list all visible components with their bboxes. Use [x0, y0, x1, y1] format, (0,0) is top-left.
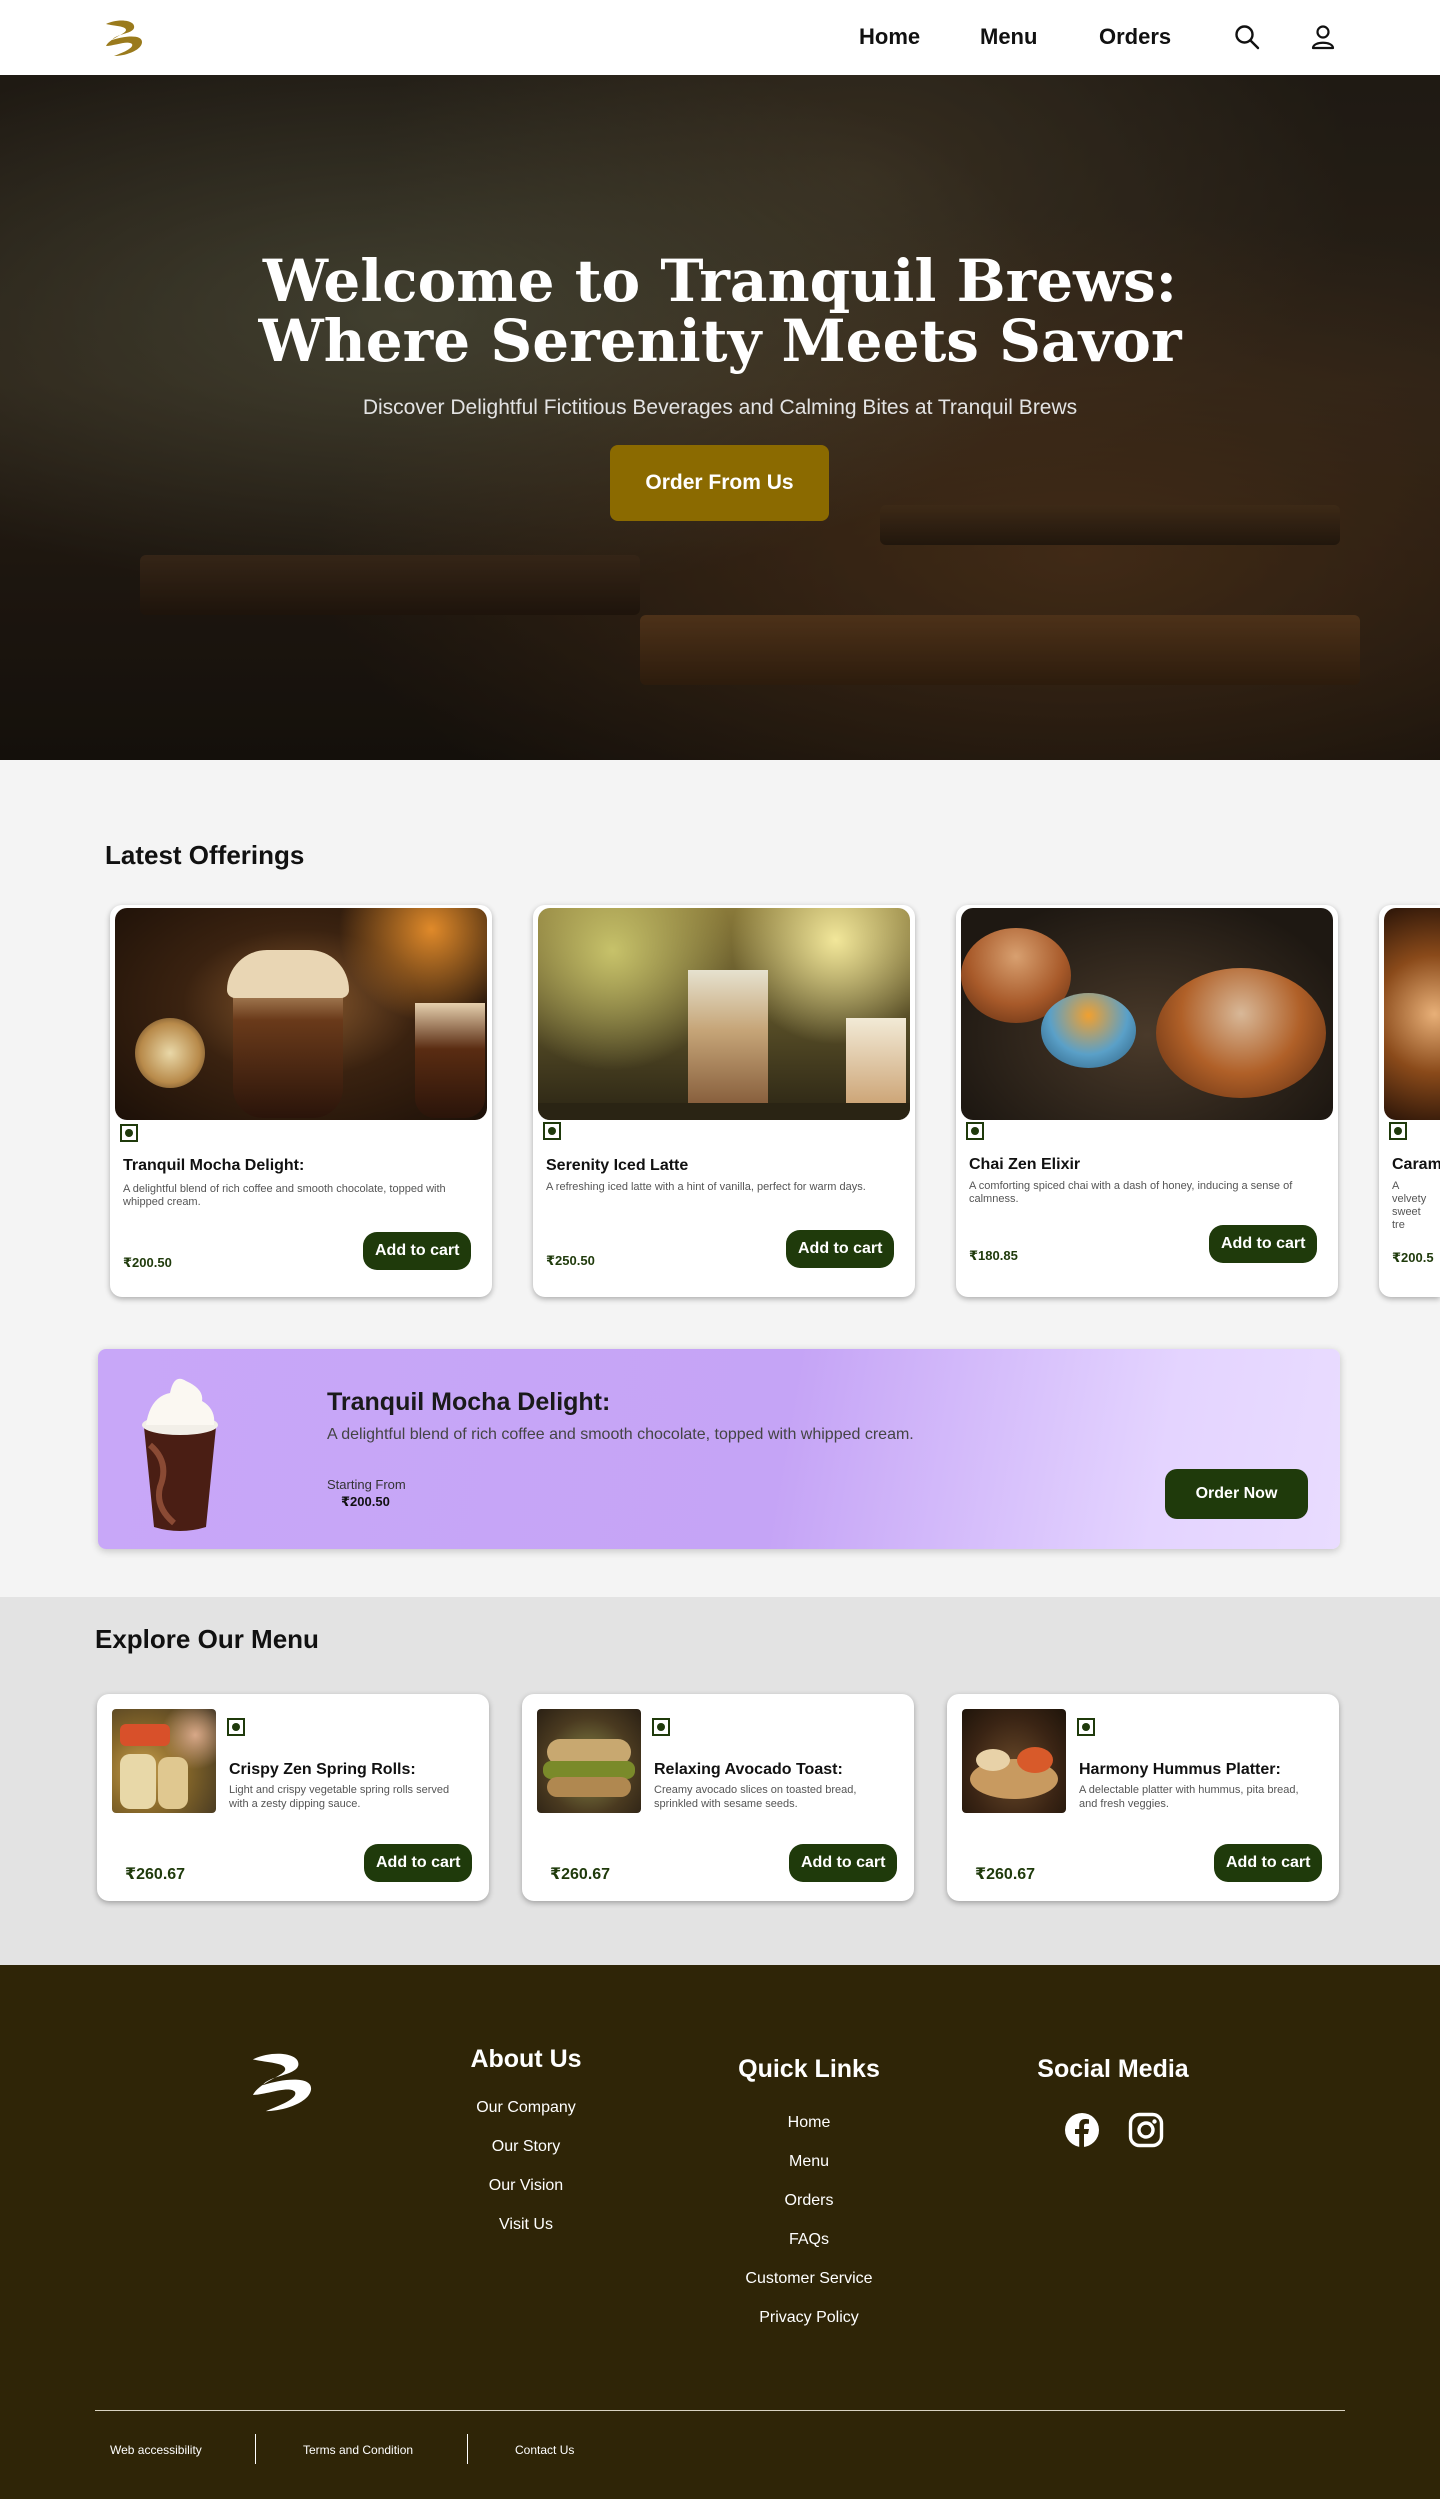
offer-name: Tranquil Mocha Delight:: [123, 1157, 305, 1174]
terms-link[interactable]: Terms and Condition: [303, 2443, 413, 2457]
add-to-cart-button[interactable]: Add to cart: [363, 1232, 472, 1270]
footer-divider: [95, 2410, 1345, 2411]
hero-title-line: Where Serenity Meets Savor: [258, 307, 1182, 375]
nav-orders-link[interactable]: Orders: [1099, 24, 1171, 50]
veg-indicator-icon: [1389, 1122, 1407, 1140]
featured-banner: Tranquil Mocha Delight: A delightful ble…: [98, 1349, 1340, 1549]
menu-item-description: Creamy avocado slices on toasted bread, …: [654, 1784, 857, 1810]
featured-price: ₹200.50: [341, 1494, 390, 1509]
offer-description: A comforting spiced chai with a dash of …: [969, 1180, 1293, 1205]
mocha-image: [115, 908, 487, 1120]
menu-item-price: ₹260.67: [550, 1866, 611, 1883]
offer-price: ₹180.85: [969, 1248, 1018, 1263]
contact-us-link[interactable]: Contact Us: [515, 2443, 574, 2457]
offer-price: ₹200.50: [123, 1255, 172, 1270]
web-accessibility-link[interactable]: Web accessibility: [110, 2443, 202, 2457]
latest-offerings-title: Latest Offerings: [105, 840, 305, 870]
instagram-icon[interactable]: [1128, 2112, 1164, 2148]
footer-link-our-story[interactable]: Our Story: [426, 2138, 626, 2156]
hummus-platter-image: [962, 1709, 1066, 1813]
footer-separator: [255, 2434, 256, 2464]
user-icon[interactable]: [1308, 22, 1338, 52]
menu-card[interactable]: Crispy Zen Spring Rolls: Light and crisp…: [97, 1694, 489, 1901]
offer-description: A delightful blend of rich coffee and sm…: [123, 1183, 446, 1208]
search-icon[interactable]: [1232, 22, 1262, 52]
iced-latte-image: [538, 908, 910, 1120]
veg-indicator-icon: [227, 1718, 245, 1736]
footer-separator: [467, 2434, 468, 2464]
footer-social-title: Social Media: [1037, 2055, 1189, 2083]
featured-title: Tranquil Mocha Delight:: [327, 1388, 611, 1416]
offer-description: A velvety sweet tre: [1392, 1180, 1427, 1231]
veg-indicator-icon: [120, 1124, 138, 1142]
footer-link-faqs[interactable]: FAQs: [709, 2231, 909, 2249]
footer-link-our-company[interactable]: Our Company: [426, 2099, 626, 2117]
add-to-cart-button[interactable]: Add to cart: [1214, 1844, 1323, 1882]
mocha-cup-image: [142, 1378, 218, 1531]
nav-home-link[interactable]: Home: [859, 24, 920, 50]
menu-item-price: ₹260.67: [125, 1866, 186, 1883]
veg-indicator-icon: [652, 1718, 670, 1736]
offer-card-partial[interactable]: Caram A velvety sweet tre ₹200.5: [1379, 905, 1440, 1297]
offer-name: Caram: [1392, 1156, 1440, 1173]
menu-item-name: Harmony Hummus Platter:: [1079, 1761, 1281, 1778]
add-to-cart-button[interactable]: Add to cart: [789, 1844, 898, 1882]
menu-card[interactable]: Relaxing Avocado Toast: Creamy avocado s…: [522, 1694, 914, 1901]
footer-link-menu[interactable]: Menu: [709, 2153, 909, 2171]
order-from-us-button[interactable]: Order From Us: [610, 445, 829, 521]
offer-price: ₹200.5: [1392, 1250, 1434, 1265]
footer-quick-links-title: Quick Links: [738, 2055, 880, 2083]
footer-about-title: About Us: [470, 2045, 582, 2073]
avocado-toast-image: [537, 1709, 641, 1813]
veg-indicator-icon: [966, 1122, 984, 1140]
menu-item-price: ₹260.67: [975, 1866, 1036, 1883]
menu-item-description: Light and crispy vegetable spring rolls …: [229, 1784, 450, 1810]
footer-logo-icon[interactable]: [240, 2042, 324, 2122]
menu-item-name: Crispy Zen Spring Rolls:: [229, 1761, 416, 1778]
hero-subtitle: Discover Delightful Fictitious Beverages…: [362, 396, 1078, 419]
brand-logo-icon[interactable]: [98, 16, 150, 60]
veg-indicator-icon: [1077, 1718, 1095, 1736]
top-nav: Home Menu Orders: [0, 0, 1440, 75]
hero-title-line: Welcome to Tranquil Brews:: [262, 247, 1178, 315]
menu-item-description: A delectable platter with hummus, pita b…: [1079, 1784, 1299, 1810]
starting-from-label: Starting From: [327, 1477, 406, 1492]
chai-image: [961, 908, 1333, 1120]
add-to-cart-button[interactable]: Add to cart: [1209, 1225, 1318, 1263]
footer-link-our-vision[interactable]: Our Vision: [426, 2177, 626, 2195]
featured-description: A delightful blend of rich coffee and sm…: [327, 1426, 914, 1443]
menu-card[interactable]: Harmony Hummus Platter: A delectable pla…: [947, 1694, 1339, 1901]
add-to-cart-button[interactable]: Add to cart: [786, 1230, 895, 1268]
explore-menu-title: Explore Our Menu: [95, 1624, 319, 1654]
footer-link-customer-service[interactable]: Customer Service: [709, 2270, 909, 2288]
offer-name: Serenity Iced Latte: [546, 1157, 689, 1174]
offer-description: A refreshing iced latte with a hint of v…: [546, 1181, 866, 1193]
hero-title: Welcome to Tranquil Brews: Where Serenit…: [0, 251, 1440, 371]
offer-name: Chai Zen Elixir: [969, 1156, 1081, 1173]
footer-link-privacy-policy[interactable]: Privacy Policy: [709, 2309, 909, 2327]
order-now-button[interactable]: Order Now: [1165, 1469, 1308, 1519]
caramel-image: [1384, 908, 1440, 1120]
add-to-cart-button[interactable]: Add to cart: [364, 1844, 473, 1882]
veg-indicator-icon: [543, 1122, 561, 1140]
nav-menu-link[interactable]: Menu: [980, 24, 1037, 50]
facebook-icon[interactable]: [1064, 2112, 1100, 2148]
offer-card[interactable]: Chai Zen Elixir A comforting spiced chai…: [956, 905, 1338, 1297]
footer-link-visit-us[interactable]: Visit Us: [426, 2216, 626, 2234]
hero-section: Welcome to Tranquil Brews: Where Serenit…: [0, 75, 1440, 760]
offer-card[interactable]: Serenity Iced Latte A refreshing iced la…: [533, 905, 915, 1297]
offer-card[interactable]: Tranquil Mocha Delight: A delightful ble…: [110, 905, 492, 1297]
footer-link-home[interactable]: Home: [709, 2114, 909, 2132]
offer-price: ₹250.50: [546, 1253, 595, 1268]
menu-item-name: Relaxing Avocado Toast:: [654, 1761, 843, 1778]
footer-link-orders[interactable]: Orders: [709, 2192, 909, 2210]
spring-rolls-image: [112, 1709, 216, 1813]
